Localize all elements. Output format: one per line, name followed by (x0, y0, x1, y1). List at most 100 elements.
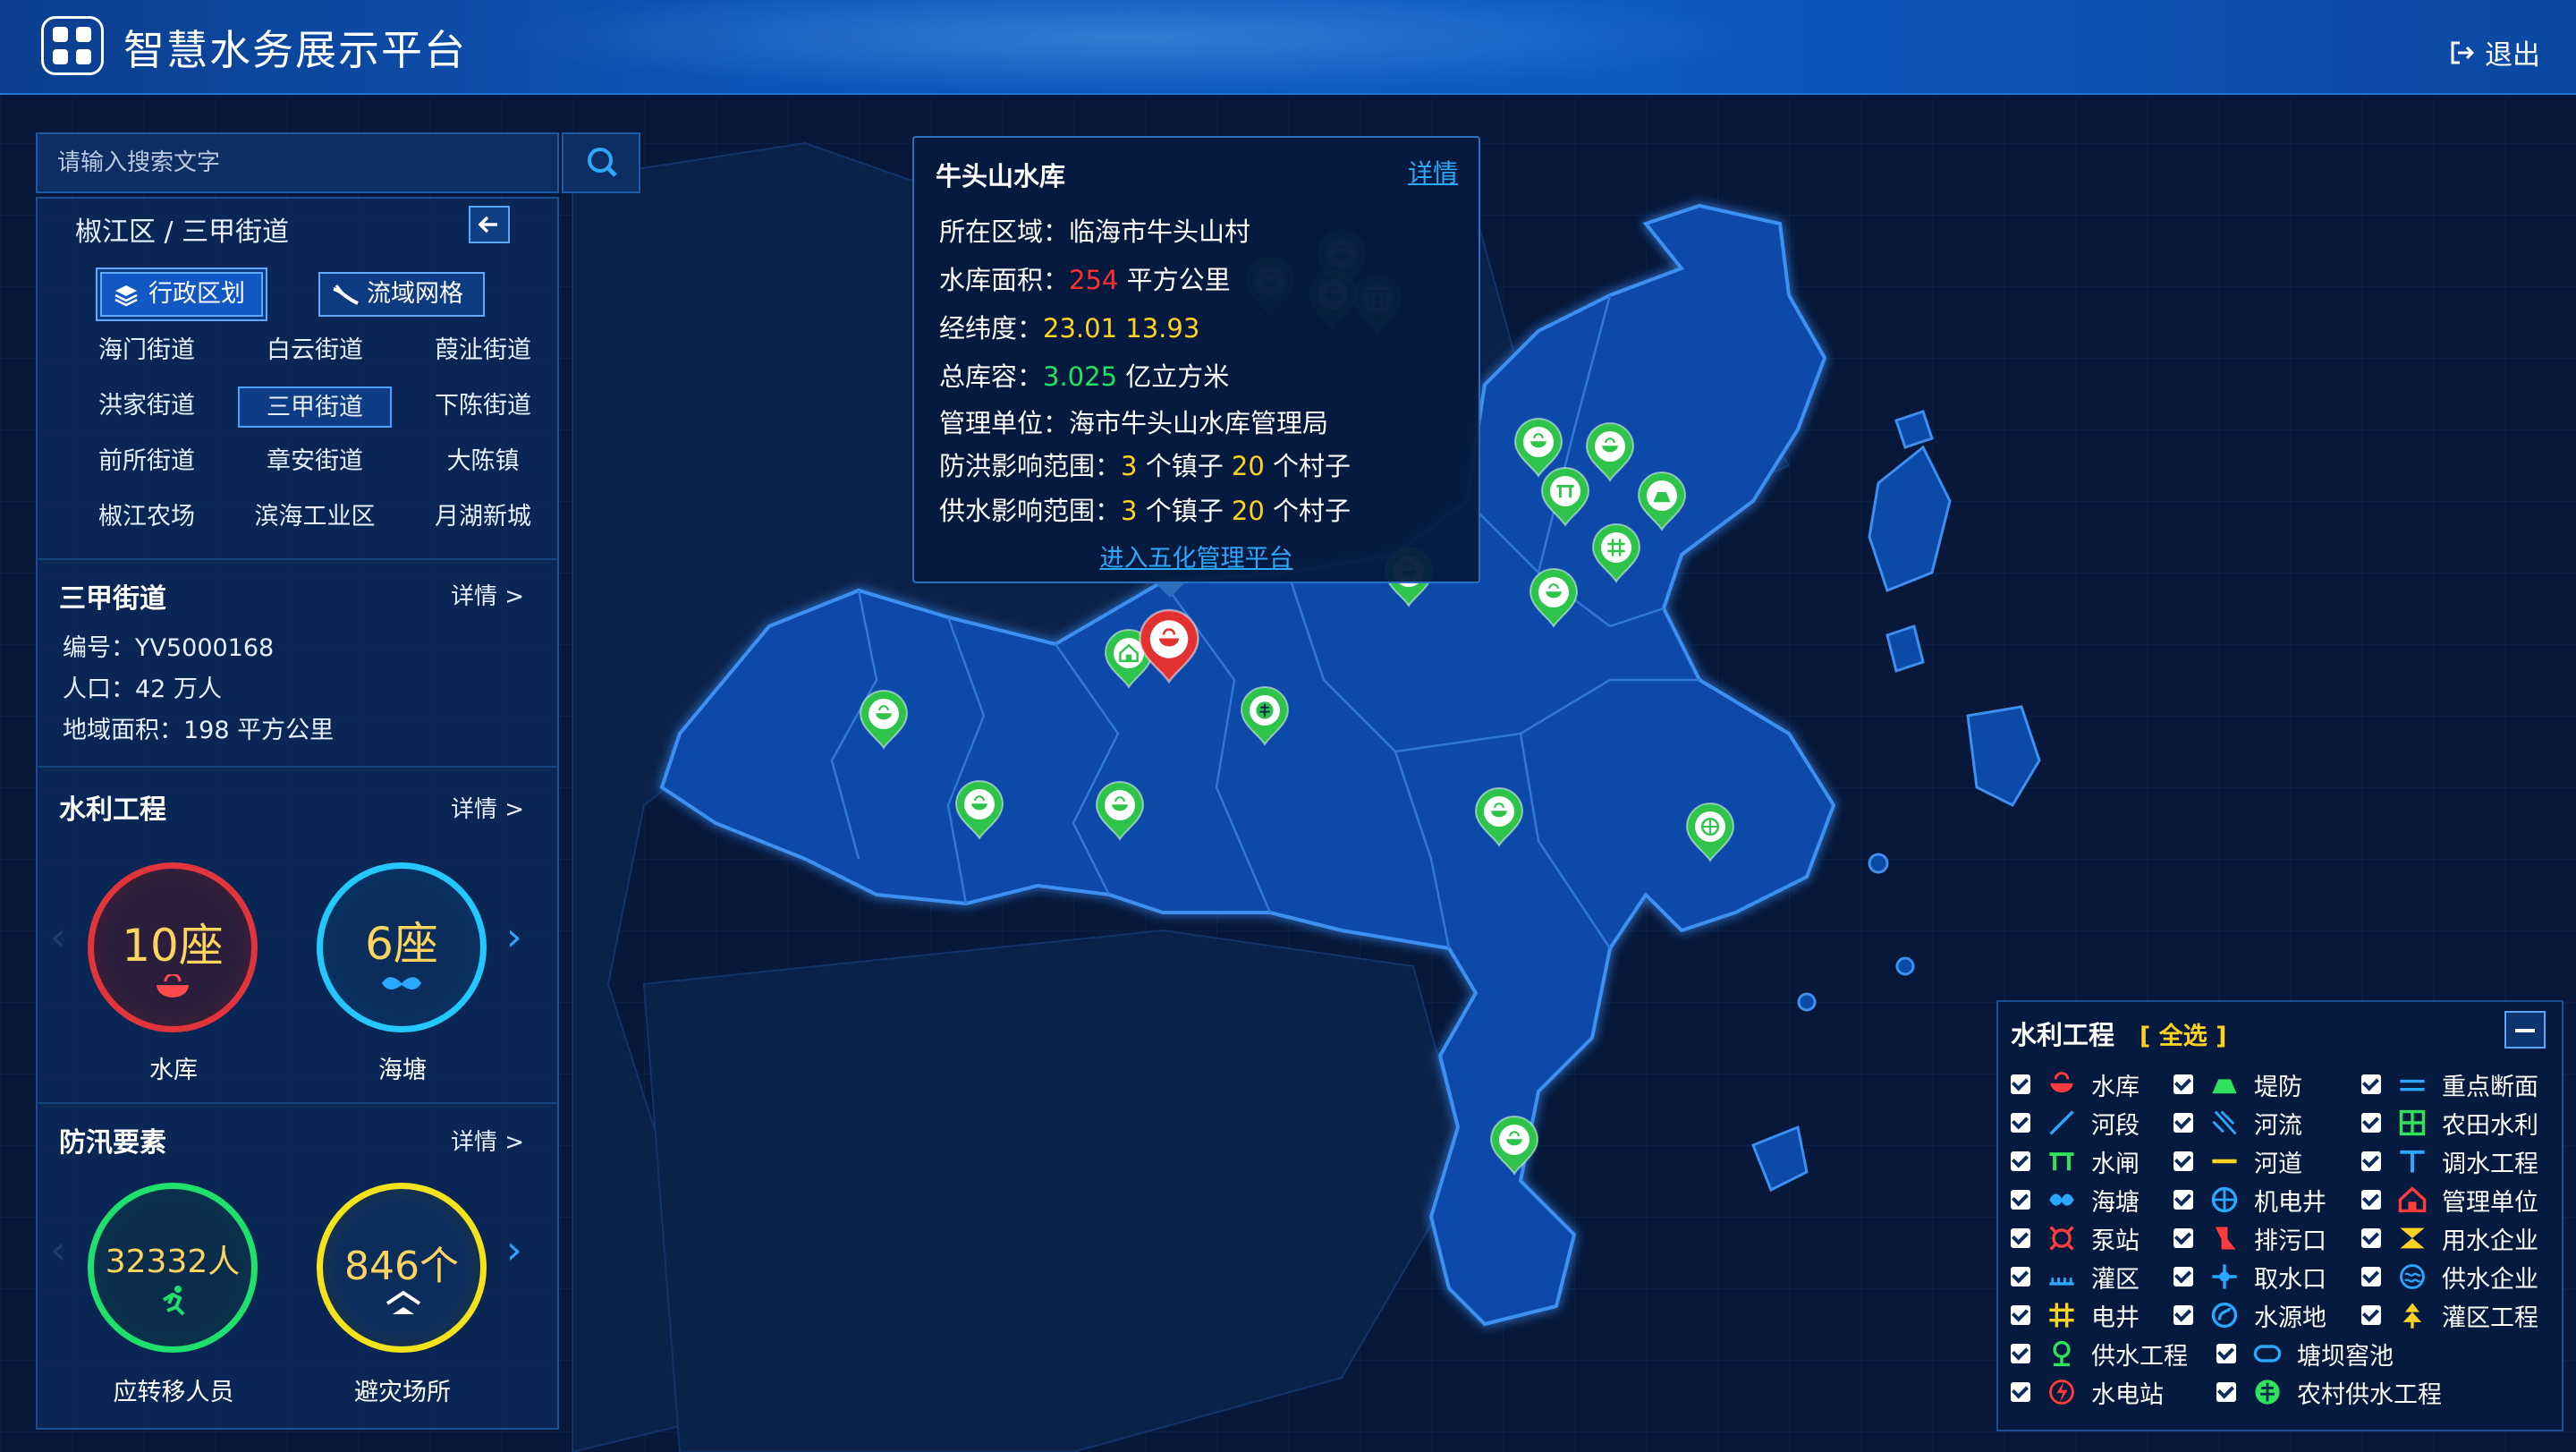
checkbox-checked-icon[interactable] (2011, 1151, 2030, 1171)
back-button[interactable] (469, 206, 510, 243)
river-icon (2209, 1108, 2245, 1138)
legend-item-label: 水源地 (2254, 1303, 2326, 1332)
legend-item[interactable]: 机电井 (2174, 1182, 2326, 1218)
legend-item[interactable]: 电井 (2011, 1297, 2140, 1333)
checkbox-checked-icon[interactable] (2011, 1305, 2030, 1325)
channel-icon (2209, 1146, 2245, 1176)
legend-item[interactable]: 河道 (2174, 1143, 2302, 1179)
prev-arrow-icon[interactable]: ‹ (50, 914, 66, 960)
checkbox-checked-icon[interactable] (2216, 1344, 2236, 1363)
legend-item-label: 机电井 (2254, 1188, 2326, 1217)
checkbox-checked-icon[interactable] (2361, 1074, 2381, 1094)
legend-item[interactable]: 农村供水工程 (2216, 1374, 2442, 1410)
street-item[interactable]: 洪家街道 (70, 386, 224, 428)
admin-division-tab[interactable]: 行政区划 (100, 272, 263, 317)
street-item[interactable]: 月湖新城 (406, 497, 560, 539)
legend-select-all[interactable]: [ 全选 ] (2140, 1016, 2226, 1051)
street-item[interactable]: 前所街道 (70, 442, 224, 483)
legend-item[interactable]: 灌区工程 (2361, 1297, 2538, 1333)
water-projects-detail-link[interactable]: 详情 > (451, 791, 524, 824)
irrigation-area-icon (2046, 1261, 2082, 1292)
checkbox-checked-icon[interactable] (2361, 1113, 2381, 1133)
evacuees-ring[interactable]: 32332人 (88, 1183, 258, 1353)
watershed-icon (333, 284, 359, 305)
next-arrow-icon[interactable]: › (506, 914, 522, 960)
legend-item[interactable]: 供水工程 (2011, 1336, 2188, 1371)
legend-title: 水利工程 (2011, 1020, 2115, 1050)
legend-item[interactable]: 水闸 (2011, 1143, 2140, 1179)
seawall-count-ring[interactable]: 6座 (317, 862, 487, 1032)
legend-item[interactable]: 排污口 (2174, 1220, 2326, 1256)
management-platform-link[interactable]: 进入五化管理平台 (914, 539, 1479, 573)
street-item[interactable]: 葭沚街道 (406, 331, 560, 372)
checkbox-checked-icon[interactable] (2361, 1190, 2381, 1210)
checkbox-checked-icon[interactable] (2361, 1267, 2381, 1286)
sewage-outlet-icon (2209, 1223, 2245, 1253)
legend-item[interactable]: 泵站 (2011, 1220, 2140, 1256)
checkbox-checked-icon[interactable] (2174, 1151, 2193, 1171)
flood-elements-detail-link[interactable]: 详情 > (451, 1124, 524, 1157)
checkbox-checked-icon[interactable] (2011, 1228, 2030, 1248)
checkbox-checked-icon[interactable] (2011, 1074, 2030, 1094)
key-section-icon (2397, 1069, 2433, 1100)
street-item[interactable]: 大陈镇 (406, 442, 560, 483)
district-detail-link[interactable]: 详情 > (451, 578, 524, 611)
legend-item[interactable]: 取水口 (2174, 1259, 2326, 1295)
checkbox-checked-icon[interactable] (2011, 1190, 2030, 1210)
checkbox-checked-icon[interactable] (2216, 1382, 2236, 1402)
flood-elements-title: 防汛要素 (59, 1127, 166, 1159)
legend-item[interactable]: 海塘 (2011, 1182, 2140, 1218)
reservoir-count-ring[interactable]: 10座 (88, 862, 258, 1032)
legend-item[interactable]: 水库 (2011, 1066, 2140, 1102)
checkbox-checked-icon[interactable] (2174, 1113, 2193, 1133)
legend-item[interactable]: 河流 (2174, 1105, 2302, 1141)
watershed-grid-tab[interactable]: 流域网格 (318, 272, 485, 317)
next-arrow-icon[interactable]: › (506, 1227, 522, 1273)
legend-item[interactable]: 塘坝窖池 (2216, 1336, 2394, 1371)
legend-item-label: 农田水利 (2442, 1111, 2538, 1140)
checkbox-checked-icon[interactable] (2011, 1382, 2030, 1402)
legend-item[interactable]: 供水企业 (2361, 1259, 2538, 1295)
pond-icon (2252, 1338, 2288, 1369)
legend-collapse-button[interactable] (2504, 1011, 2546, 1049)
street-item[interactable]: 滨海工业区 (238, 497, 392, 539)
checkbox-checked-icon[interactable] (2011, 1344, 2030, 1363)
legend-panel: 水利工程 [ 全选 ] 水库 堤防 重点断面河段 河流 农田水利水闸 河道 调水工程海塘 机电… (1996, 1000, 2563, 1431)
street-item[interactable]: 海门街道 (70, 331, 224, 372)
street-item[interactable]: 三甲街道 (238, 386, 392, 428)
checkbox-checked-icon[interactable] (2011, 1113, 2030, 1133)
checkbox-checked-icon[interactable] (2174, 1305, 2193, 1325)
legend-item[interactable]: 调水工程 (2361, 1143, 2538, 1179)
checkbox-checked-icon[interactable] (2361, 1151, 2381, 1171)
search-button[interactable] (562, 132, 640, 193)
checkbox-checked-icon[interactable] (2174, 1190, 2193, 1210)
street-item[interactable]: 椒江农场 (70, 497, 224, 539)
logout-button[interactable]: 退出 (2449, 32, 2540, 72)
legend-item[interactable]: 重点断面 (2361, 1066, 2538, 1102)
popup-detail-link[interactable]: 详情 (1408, 154, 1458, 190)
street-item[interactable]: 章安街道 (238, 442, 392, 483)
street-item[interactable]: 白云街道 (238, 331, 392, 372)
legend-item[interactable]: 农田水利 (2361, 1105, 2538, 1141)
checkbox-checked-icon[interactable] (2011, 1267, 2030, 1286)
layers-icon (114, 285, 138, 307)
street-item[interactable]: 下陈街道 (406, 386, 560, 428)
legend-item[interactable]: 河段 (2011, 1105, 2140, 1141)
sluice-icon (2046, 1146, 2082, 1176)
shelters-ring[interactable]: 846个 (317, 1183, 487, 1353)
prev-arrow-icon[interactable]: ‹ (50, 1227, 66, 1273)
legend-item[interactable]: 用水企业 (2361, 1220, 2538, 1256)
legend-item[interactable]: 管理单位 (2361, 1182, 2538, 1218)
checkbox-checked-icon[interactable] (2361, 1305, 2381, 1325)
legend-item[interactable]: 灌区 (2011, 1259, 2140, 1295)
checkbox-checked-icon[interactable] (2174, 1228, 2193, 1248)
search-input[interactable]: 请输入搜索文字 (36, 132, 559, 193)
checkbox-checked-icon[interactable] (2361, 1228, 2381, 1248)
popup-region: 所在区域：临海市牛头山村 (939, 217, 1251, 247)
checkbox-checked-icon[interactable] (2174, 1074, 2193, 1094)
popup-pointer (1154, 582, 1186, 598)
legend-item[interactable]: 水电站 (2011, 1374, 2164, 1410)
checkbox-checked-icon[interactable] (2174, 1267, 2193, 1286)
legend-item[interactable]: 水源地 (2174, 1297, 2326, 1333)
legend-item[interactable]: 堤防 (2174, 1066, 2302, 1102)
